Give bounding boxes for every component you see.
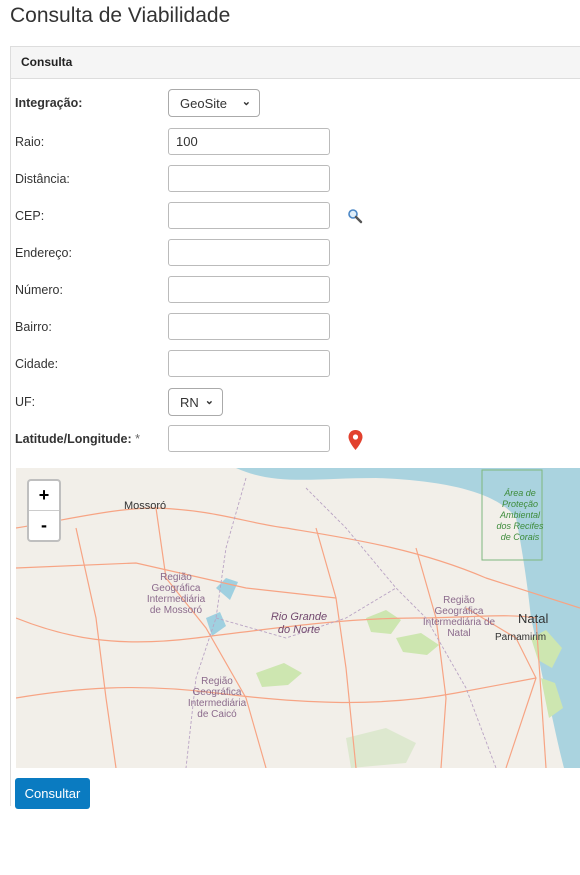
latlng-input[interactable] xyxy=(168,425,330,452)
label-distancia: Distância: xyxy=(15,172,70,186)
label-endereco: Endereço: xyxy=(15,246,72,260)
required-mark: * xyxy=(135,432,141,446)
map-label-mossoro: Mossoró xyxy=(124,500,167,512)
label-latlng-text: Latitude/Longitude: xyxy=(15,432,132,446)
map-label-rgn: Rio Grande do Norte xyxy=(270,611,328,636)
map-label-area-protecao: Área de Proteção Ambiental dos Recifes d… xyxy=(496,488,544,542)
uf-select[interactable]: RN ⌄ xyxy=(168,388,223,416)
uf-value: RN xyxy=(180,395,199,410)
integracao-value: GeoSite xyxy=(180,96,227,111)
panel-title: Consulta xyxy=(11,47,580,79)
distancia-input[interactable] xyxy=(168,165,330,192)
chevron-down-icon: ⌄ xyxy=(241,96,251,108)
label-raio: Raio: xyxy=(15,135,45,149)
magnifier-icon[interactable] xyxy=(347,208,363,224)
label-uf: UF: xyxy=(15,395,36,409)
raio-input[interactable] xyxy=(168,128,330,155)
numero-input[interactable] xyxy=(168,276,330,303)
map-pin-icon[interactable] xyxy=(348,430,363,450)
zoom-out-button[interactable]: - xyxy=(29,510,59,540)
bairro-input[interactable] xyxy=(168,313,330,340)
chevron-down-icon: ⌄ xyxy=(204,395,214,407)
page-title: Consulta de Viabilidade xyxy=(10,4,231,27)
zoom-control: + - xyxy=(27,479,61,542)
map-view[interactable]: Mossoró Natal Parnamirim Rio Grande do N… xyxy=(16,468,580,768)
map-label-natal: Natal xyxy=(518,611,549,626)
consultar-button[interactable]: Consultar xyxy=(15,778,90,809)
map-label-reg-natal: Região Geográfica Intermediária de Natal xyxy=(422,595,496,639)
map-label-reg-mossoro: Região Geográfica Intermediária de Mosso… xyxy=(146,572,206,616)
label-latlng: Latitude/Longitude: * xyxy=(15,432,140,446)
cidade-input[interactable] xyxy=(168,350,330,377)
endereco-input[interactable] xyxy=(168,239,330,266)
label-bairro: Bairro: xyxy=(15,320,52,334)
row-latlng: Latitude/Longitude: * Mossoró Natal Parn… xyxy=(15,425,580,875)
label-numero: Número: xyxy=(15,283,63,297)
label-cep: CEP: xyxy=(15,209,45,223)
label-cidade: Cidade: xyxy=(15,357,59,371)
label-integracao: Integração: xyxy=(15,96,83,110)
map-label-parnamirim: Parnamirim xyxy=(495,632,547,643)
integracao-select[interactable]: GeoSite ⌄ xyxy=(168,89,260,117)
zoom-in-button[interactable]: + xyxy=(29,481,59,510)
cep-input[interactable] xyxy=(168,202,330,229)
map-label-reg-caico: Região Geográfica Intermediária de Caicó xyxy=(187,676,247,720)
